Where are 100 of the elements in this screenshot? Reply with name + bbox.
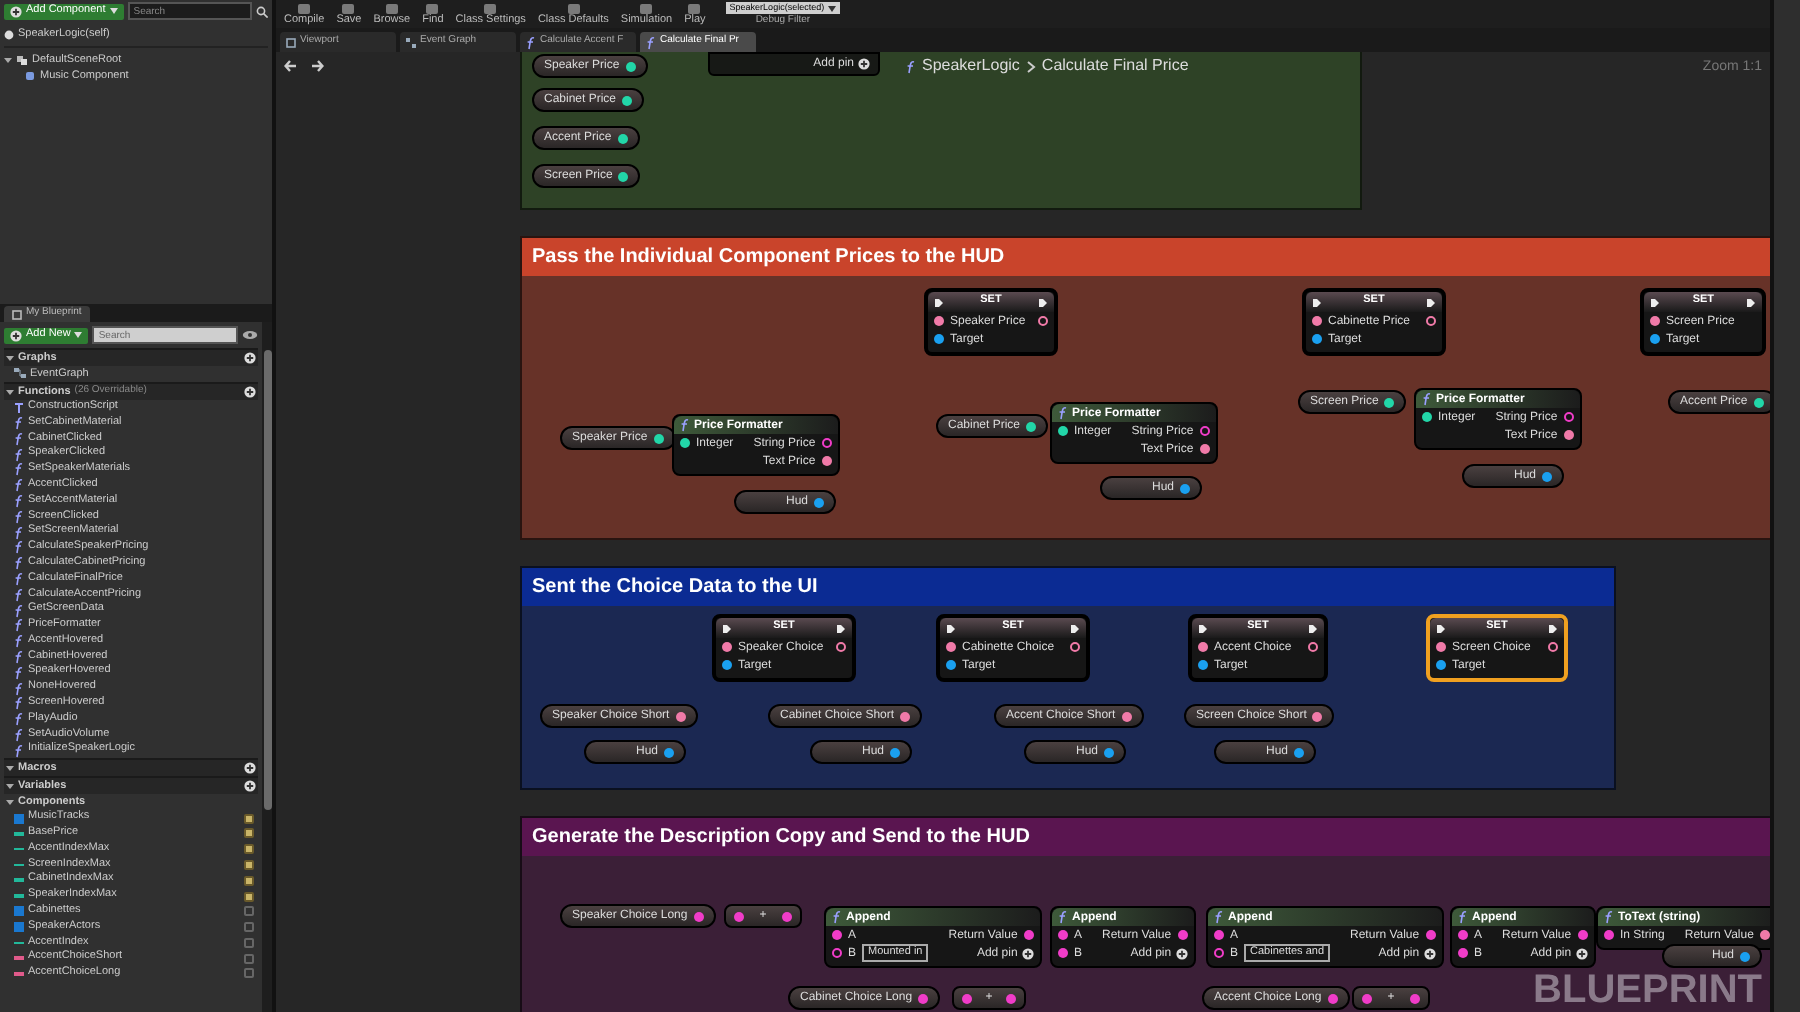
pin-icon[interactable] [1458, 930, 1468, 940]
pin-icon[interactable] [1058, 930, 1068, 940]
pin-icon[interactable] [1104, 747, 1114, 757]
pin-icon[interactable] [1199, 444, 1210, 454]
breadcrumb-item[interactable]: Calculate Final Price [1041, 58, 1189, 74]
pin-icon[interactable] [1458, 948, 1468, 958]
pin-icon[interactable] [1542, 471, 1552, 481]
pin-icon[interactable] [625, 61, 636, 71]
pin-icon[interactable] [1563, 430, 1574, 440]
pin-icon[interactable] [1548, 642, 1558, 652]
pin-icon[interactable] [1198, 642, 1208, 652]
breadcrumb-item[interactable]: SpeakerLogic [922, 58, 1020, 74]
visibility-icon[interactable] [244, 859, 254, 870]
exec-pin-icon [1547, 623, 1558, 633]
pin-icon[interactable] [1214, 948, 1224, 958]
pin-icon[interactable] [1312, 316, 1322, 326]
pin-icon[interactable] [1058, 948, 1068, 958]
pin-icon[interactable] [722, 660, 732, 670]
pin-icon[interactable] [1425, 930, 1436, 940]
pin-icon[interactable] [675, 711, 686, 721]
comment-title[interactable]: Sent the Choice Data to the UI [522, 568, 1614, 606]
comment-title[interactable]: Pass the Individual Component Prices to the HUD [522, 238, 1770, 276]
visibility-icon[interactable] [244, 875, 254, 886]
pin-icon[interactable] [821, 438, 832, 448]
pin-icon[interactable] [1198, 660, 1208, 670]
add-icon [1575, 947, 1588, 959]
pin-icon[interactable] [946, 642, 956, 652]
pin-icon[interactable] [1563, 412, 1574, 422]
function-icon [1058, 406, 1068, 420]
pin-icon[interactable] [832, 930, 842, 940]
tool-icon [340, 3, 357, 13]
visibility-icon[interactable] [244, 844, 254, 855]
pin-icon[interactable] [1199, 426, 1210, 436]
pin-icon[interactable] [1312, 334, 1322, 344]
pin-icon[interactable] [617, 133, 628, 143]
comment-title[interactable]: Generate the Description Copy and Send to the HUD [522, 818, 1770, 856]
pin-icon[interactable] [1121, 711, 1132, 721]
pin-icon[interactable] [814, 497, 824, 507]
visibility-icon[interactable] [244, 813, 254, 824]
pin-icon[interactable] [664, 747, 674, 757]
pin-icon[interactable] [1026, 421, 1037, 431]
pin-icon[interactable] [900, 711, 911, 721]
visibility-icon[interactable] [244, 828, 254, 839]
pin-icon[interactable] [934, 316, 944, 326]
pin-icon[interactable] [1740, 951, 1750, 961]
pin-icon[interactable] [1058, 426, 1068, 436]
exec-pin-icon [1436, 623, 1446, 633]
pin-icon[interactable] [1436, 642, 1446, 652]
pin-icon[interactable] [1753, 397, 1764, 407]
graph-icon [406, 37, 416, 47]
scrollbar-thumb[interactable] [263, 350, 271, 810]
pin-icon[interactable] [618, 171, 629, 181]
exec-pin-icon [835, 623, 846, 633]
pin-icon[interactable] [1384, 397, 1395, 407]
pin-icon[interactable] [821, 456, 832, 466]
tool-icon [638, 3, 655, 13]
pin-icon[interactable] [722, 642, 732, 652]
pin-icon[interactable] [1577, 930, 1588, 940]
pin-icon[interactable] [680, 438, 690, 448]
pin-icon[interactable] [1650, 316, 1660, 326]
pin-icon[interactable] [1308, 642, 1318, 652]
pin-icon[interactable] [1038, 316, 1048, 326]
pin-icon[interactable] [1436, 660, 1446, 670]
function-icon [1214, 910, 1224, 924]
add-icon [244, 762, 256, 775]
add-icon [10, 5, 22, 17]
pin-icon[interactable] [1604, 930, 1614, 940]
pin-icon[interactable] [836, 642, 846, 652]
function-icon [1058, 910, 1068, 924]
tool-icon [565, 3, 582, 13]
function-icon [832, 910, 842, 924]
pin-icon[interactable] [890, 747, 900, 757]
pin-icon[interactable] [1422, 412, 1432, 422]
pin-icon[interactable] [1180, 483, 1190, 493]
pin-icon[interactable] [946, 660, 956, 670]
pin-icon[interactable] [1426, 316, 1436, 326]
pin-icon[interactable] [1312, 711, 1323, 721]
pin-icon[interactable] [1023, 930, 1034, 940]
pin-icon[interactable] [1650, 334, 1660, 344]
pin-icon[interactable] [832, 948, 842, 958]
pin-icon[interactable] [1294, 747, 1304, 757]
pin-icon[interactable] [622, 95, 633, 105]
object-type-icon [14, 813, 24, 824]
pin-icon[interactable] [1759, 930, 1770, 940]
add-icon [244, 352, 256, 364]
eye-icon [242, 330, 258, 340]
forward-arrow-icon [310, 60, 324, 72]
caret-icon [74, 332, 83, 338]
pin-icon[interactable] [1214, 930, 1224, 940]
back-arrow-icon [284, 60, 298, 72]
exec-pin-icon [722, 623, 732, 633]
visibility-icon[interactable] [244, 891, 254, 901]
pin-icon[interactable] [934, 334, 944, 344]
add-icon [244, 780, 256, 793]
function-icon [906, 59, 916, 73]
pin-icon[interactable] [653, 433, 664, 443]
function-icon [1604, 910, 1614, 924]
tool-icon [482, 3, 499, 13]
pin-icon[interactable] [1070, 642, 1080, 652]
pin-icon[interactable] [1177, 930, 1188, 940]
